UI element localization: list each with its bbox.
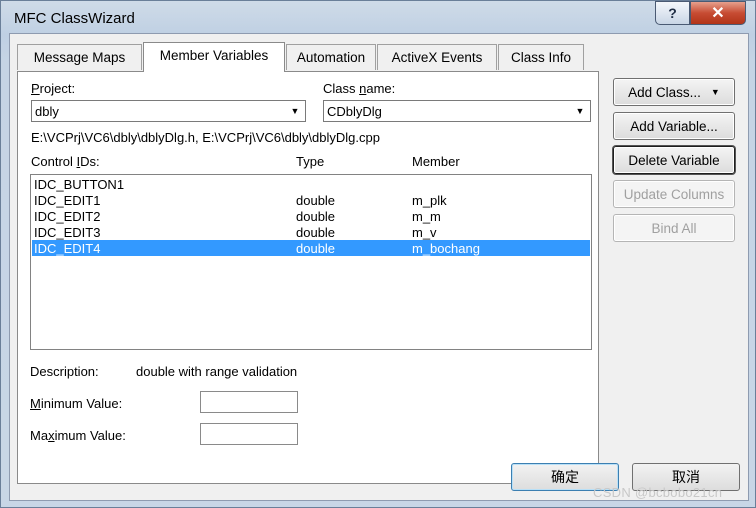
- member-name: m_v: [412, 225, 437, 240]
- control-id: IDC_EDIT3: [34, 225, 101, 240]
- class-name-label: Class name:: [323, 81, 396, 96]
- chevron-down-icon[interactable]: ▼: [571, 102, 589, 120]
- control-id: IDC_BUTTON1: [34, 177, 125, 192]
- description-label: Description:: [30, 364, 99, 379]
- list-item-selected[interactable]: IDC_EDIT4 double m_bochang: [32, 240, 590, 256]
- variable-type: double: [296, 209, 336, 224]
- bind-all-button[interactable]: Bind All: [613, 214, 735, 242]
- update-columns-button[interactable]: Update Columns: [613, 180, 735, 208]
- list-item[interactable]: IDC_EDIT1 double m_plk: [32, 192, 590, 208]
- list-item[interactable]: IDC_EDIT3 double m_v: [32, 224, 590, 240]
- classwizard-window: MFC ClassWizard ? ✕ Message Maps Member …: [0, 0, 756, 508]
- tab-activex-events[interactable]: ActiveX Events: [377, 44, 497, 70]
- list-item[interactable]: IDC_BUTTON1: [32, 176, 590, 192]
- control-ids-header: Control IDs:: [31, 154, 100, 169]
- close-button[interactable]: ✕: [690, 1, 746, 25]
- dropdown-arrow-icon: ▼: [710, 87, 720, 97]
- add-class-button[interactable]: Add Class... ▼: [613, 78, 735, 106]
- help-button[interactable]: ?: [655, 1, 690, 25]
- control-id: IDC_EDIT4: [34, 241, 101, 256]
- watermark-text: CSDN @bcbobo21cn: [593, 485, 723, 500]
- list-item[interactable]: IDC_EDIT2 double m_m: [32, 208, 590, 224]
- tab-member-variables[interactable]: Member Variables: [143, 42, 285, 72]
- variable-type: double: [296, 241, 336, 256]
- variable-type: double: [296, 225, 336, 240]
- class-files-path: E:\VCPrj\VC6\dbly\dblyDlg.h, E:\VCPrj\VC…: [31, 130, 380, 145]
- maximum-value-input[interactable]: [200, 423, 298, 445]
- variable-type: double: [296, 193, 336, 208]
- add-variable-button[interactable]: Add Variable...: [613, 112, 735, 140]
- tab-class-info[interactable]: Class Info: [498, 44, 584, 70]
- project-combobox[interactable]: dbly ▼: [31, 100, 306, 122]
- control-ids-list[interactable]: IDC_BUTTON1 IDC_EDIT1 double m_plk IDC_E…: [30, 174, 592, 350]
- class-name-combobox[interactable]: CDblyDlg ▼: [323, 100, 591, 122]
- member-name: m_bochang: [412, 241, 480, 256]
- maximum-value-label: Maximum Value:: [30, 428, 126, 443]
- title-bar[interactable]: MFC ClassWizard ? ✕: [1, 1, 755, 35]
- tab-message-maps[interactable]: Message Maps: [17, 44, 142, 70]
- minimum-value-label: Minimum Value:: [30, 396, 123, 411]
- delete-variable-button[interactable]: Delete Variable: [613, 146, 735, 174]
- type-header: Type: [296, 154, 325, 169]
- project-value: dbly: [35, 104, 59, 119]
- window-title: MFC ClassWizard: [14, 10, 135, 27]
- dialog-client-area: Message Maps Member Variables Automation…: [9, 33, 749, 501]
- control-id: IDC_EDIT1: [34, 193, 101, 208]
- member-header: Member: [412, 154, 460, 169]
- chevron-down-icon[interactable]: ▼: [286, 102, 304, 120]
- add-class-label: Add Class...: [628, 84, 701, 100]
- class-name-value: CDblyDlg: [327, 104, 382, 119]
- control-id: IDC_EDIT2: [34, 209, 101, 224]
- minimum-value-input[interactable]: [200, 391, 298, 413]
- tab-automation[interactable]: Automation: [286, 44, 376, 70]
- member-name: m_m: [412, 209, 441, 224]
- description-value: double with range validation: [136, 364, 298, 379]
- project-label: Project:: [31, 81, 76, 96]
- member-name: m_plk: [412, 193, 447, 208]
